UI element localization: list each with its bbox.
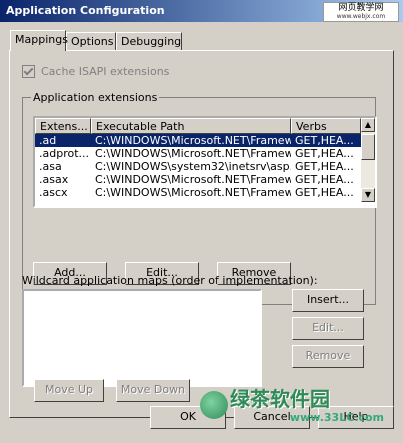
table-row[interactable]: .asa C:\WINDOWS\system32\inetsrv\asp.dll…: [35, 160, 361, 173]
column-header-extension[interactable]: Extens...: [35, 118, 91, 134]
insert-button[interactable]: Insert...: [292, 289, 364, 312]
wildcard-remove-button[interactable]: Remove: [292, 345, 364, 368]
watermark-bottom: 绿茶软件园 www.33LC.com: [200, 387, 398, 435]
watermark-bottom-line2: www.33LC.com: [289, 411, 384, 424]
app-extensions-list[interactable]: Extens... Executable Path Verbs .ad C:\W…: [33, 116, 377, 208]
move-up-button[interactable]: Move Up: [34, 379, 104, 402]
watermark-bottom-line1: 绿茶软件园: [230, 387, 330, 411]
cell-path: C:\WINDOWS\system32\inetsrv\asp.dll: [95, 160, 291, 173]
cell-path: C:\WINDOWS\Microsoft.NET\Framew...: [95, 134, 291, 147]
vertical-scrollbar[interactable]: ▲ ▼: [361, 118, 375, 202]
cache-isapi-label: Cache ISAPI extensions: [41, 65, 170, 78]
table-row[interactable]: .ascx C:\WINDOWS\Microsoft.NET\Framew...…: [35, 186, 361, 199]
table-row[interactable]: .ad C:\WINDOWS\Microsoft.NET\Framew... G…: [35, 134, 361, 147]
cell-verbs: GET,HEA...: [295, 186, 354, 199]
app-extensions-label: Application extensions: [31, 91, 160, 104]
column-header-path[interactable]: Executable Path: [91, 118, 291, 134]
mappings-panel: Cache ISAPI extensions Application exten…: [9, 50, 394, 418]
watermark-top: 网页教学网 www.webjx.com: [323, 2, 399, 22]
cell-path: C:\WINDOWS\Microsoft.NET\Framew...: [95, 147, 291, 160]
cell-verbs: GET,HEA...: [295, 160, 354, 173]
column-header-verbs[interactable]: Verbs: [291, 118, 361, 134]
cell-extension: .ascx: [39, 186, 68, 199]
tab-options[interactable]: Options: [66, 32, 116, 50]
scroll-up-icon[interactable]: ▲: [361, 118, 375, 132]
tab-debugging[interactable]: Debugging: [116, 32, 182, 50]
cell-extension: .adprot...: [39, 147, 90, 160]
move-down-button[interactable]: Move Down: [116, 379, 190, 402]
cell-extension: .ad: [39, 134, 57, 147]
cell-extension: .asa: [39, 160, 62, 173]
cell-verbs: GET,HEA...: [295, 147, 354, 160]
watermark-top-line2: www.webjx.com: [336, 13, 386, 20]
scroll-down-icon[interactable]: ▼: [361, 188, 375, 202]
cell-verbs: GET,HEA...: [295, 173, 354, 186]
wildcard-list[interactable]: [22, 289, 262, 387]
title-bar[interactable]: Application Configuration 网页教学网 www.webj…: [0, 0, 403, 22]
cell-path: C:\WINDOWS\Microsoft.NET\Framew...: [95, 173, 291, 186]
cell-verbs: GET,HEA...: [295, 134, 354, 147]
watermark-top-line1: 网页教学网: [338, 3, 384, 13]
leaf-logo-icon: [200, 391, 228, 419]
table-row[interactable]: .asax C:\WINDOWS\Microsoft.NET\Framew...…: [35, 173, 361, 186]
cell-extension: .asax: [39, 173, 69, 186]
wildcard-label: Wildcard application maps (order of impl…: [22, 274, 318, 287]
dialog-body: Mappings Options Debugging Cache ISAPI e…: [0, 22, 403, 443]
cell-path: C:\WINDOWS\Microsoft.NET\Framew...: [95, 186, 291, 199]
scroll-thumb[interactable]: [361, 134, 375, 160]
cache-isapi-checkbox[interactable]: Cache ISAPI extensions: [22, 65, 169, 78]
wildcard-edit-button[interactable]: Edit...: [292, 317, 364, 340]
checkbox-box: [22, 65, 35, 78]
tab-mappings[interactable]: Mappings: [10, 30, 68, 51]
window-title: Application Configuration: [6, 4, 165, 17]
table-row[interactable]: .adprot... C:\WINDOWS\Microsoft.NET\Fram…: [35, 147, 361, 160]
